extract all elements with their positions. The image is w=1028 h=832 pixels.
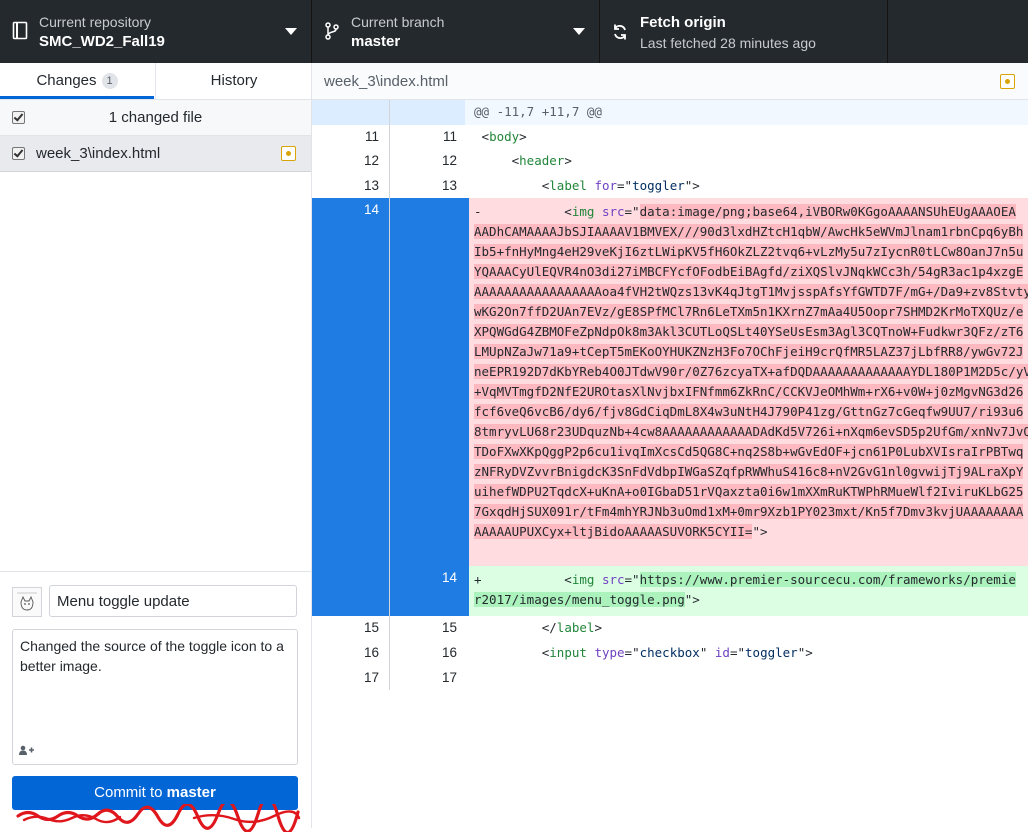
branch-icon (325, 22, 339, 40)
code-text: - <img src="data:image/png;base64,iVBORw… (474, 202, 1028, 542)
commit-summary-input[interactable]: Menu toggle update (49, 585, 297, 617)
diff-pane: week_3\index.html @@ -11,7 +11,7 @@ 11 11 … (312, 63, 1028, 828)
last-fetched-text: Last fetched 28 minutes ago (640, 35, 816, 51)
fetch-origin-button[interactable]: Fetch origin Last fetched 28 minutes ago (600, 0, 888, 63)
file-name: week_3\index.html (36, 145, 161, 162)
code-text: <header> (474, 153, 572, 169)
code-text: </label> (474, 620, 602, 636)
tab-bar: Changes 1 History (0, 63, 311, 100)
code-text: + <img src="https://www.premier-sourcecu… (474, 572, 1016, 608)
diff-line[interactable]: @@ -11,7 +11,7 @@ (312, 100, 1028, 125)
sidebar: Changes 1 History 1 changed file week_3\i… (0, 63, 312, 832)
line-number: 15 (441, 620, 457, 636)
new-line-gutter[interactable] (390, 198, 465, 567)
old-line-gutter[interactable] (312, 198, 389, 567)
line-number: 12 (441, 153, 457, 169)
current-repository-button[interactable]: Current repository SMC_WD2_Fall19 (0, 0, 312, 63)
repo-name: SMC_WD2_Fall19 (39, 33, 165, 50)
changes-count-badge: 1 (101, 73, 118, 89)
line-number: 16 (363, 645, 379, 660)
line-number: 14 (441, 570, 457, 586)
diff-line[interactable]: 14 + <img src="https://www.premier-source… (312, 566, 1028, 617)
commit-description-input[interactable]: Changed the source of the toggle icon to… (12, 629, 298, 765)
line-number: 17 (441, 669, 457, 685)
add-coauthor-icon[interactable] (18, 745, 34, 755)
changed-files-count: 1 changed file (108, 109, 203, 126)
code-text: <input type="checkbox" id="toggler"> (474, 645, 813, 660)
line-number: 13 (363, 177, 379, 193)
avatar-image (13, 588, 41, 616)
diff-line[interactable]: 16 16 <input type="checkbox" id="toggler"… (312, 641, 1028, 666)
old-line-gutter[interactable] (312, 100, 389, 125)
branch-label: Current branch (351, 14, 445, 30)
tab-changes-label: Changes (36, 72, 97, 89)
code-text: @@ -11,7 +11,7 @@ (474, 104, 602, 119)
file-include-checkbox[interactable] (12, 147, 25, 160)
line-number: 13 (441, 177, 457, 193)
diff-line[interactable]: 11 11 <body> (312, 124, 1028, 150)
line-number: 15 (363, 620, 379, 636)
line-number: 16 (441, 645, 457, 660)
diff-line[interactable]: 17 17 (312, 665, 1028, 691)
current-branch-button[interactable]: Current branch master (312, 0, 600, 63)
line-number: 17 (363, 669, 379, 685)
repo-label: Current repository (39, 14, 152, 30)
toolbar: Current repository SMC_WD2_Fall19 Curren… (0, 0, 1028, 63)
commit-button-branch: master (166, 784, 216, 801)
chevron-down-icon (285, 28, 297, 35)
code-text: <body> (474, 128, 527, 144)
repo-icon (12, 21, 28, 40)
tab-history[interactable]: History (155, 63, 312, 99)
selection-bar (465, 566, 469, 617)
avatar (12, 587, 42, 617)
old-line-gutter[interactable] (312, 566, 389, 617)
code-text: <label for="toggler"> (474, 177, 700, 193)
selection-bar (465, 198, 469, 567)
line-number: 11 (442, 128, 457, 144)
fetch-label: Fetch origin (640, 14, 726, 31)
diff-line[interactable]: 13 13 <label for="toggler"> (312, 173, 1028, 199)
diff-file-path: week_3\index.html (324, 73, 449, 90)
diff-line[interactable]: 12 12 <header> (312, 149, 1028, 174)
chevron-down-icon (573, 28, 585, 35)
tab-changes[interactable]: Changes 1 (0, 63, 154, 99)
sync-icon (614, 24, 626, 40)
diff-header: week_3\index.html (312, 63, 1028, 100)
changed-files-header: 1 changed file (0, 100, 311, 136)
gutter-divider (389, 100, 390, 125)
gutter-divider (389, 198, 390, 567)
new-line-gutter[interactable] (390, 100, 465, 125)
line-number: 12 (363, 153, 379, 169)
commit-panel: Menu toggle update Changed the source of… (0, 571, 311, 832)
branch-name: master (351, 33, 401, 50)
line-number: 14 (363, 202, 379, 218)
modified-icon (1000, 74, 1015, 89)
line-number: 11 (364, 128, 379, 144)
tab-history-label: History (210, 72, 258, 89)
diff-line[interactable]: 14 - <img src="data:image/png;base64,iVBO… (312, 198, 1028, 567)
changed-file-row[interactable]: week_3\index.html (0, 136, 311, 172)
diff-line[interactable]: 15 15 </label> (312, 616, 1028, 641)
modified-icon (281, 146, 296, 161)
commit-button-prefix: Commit to (94, 784, 167, 801)
